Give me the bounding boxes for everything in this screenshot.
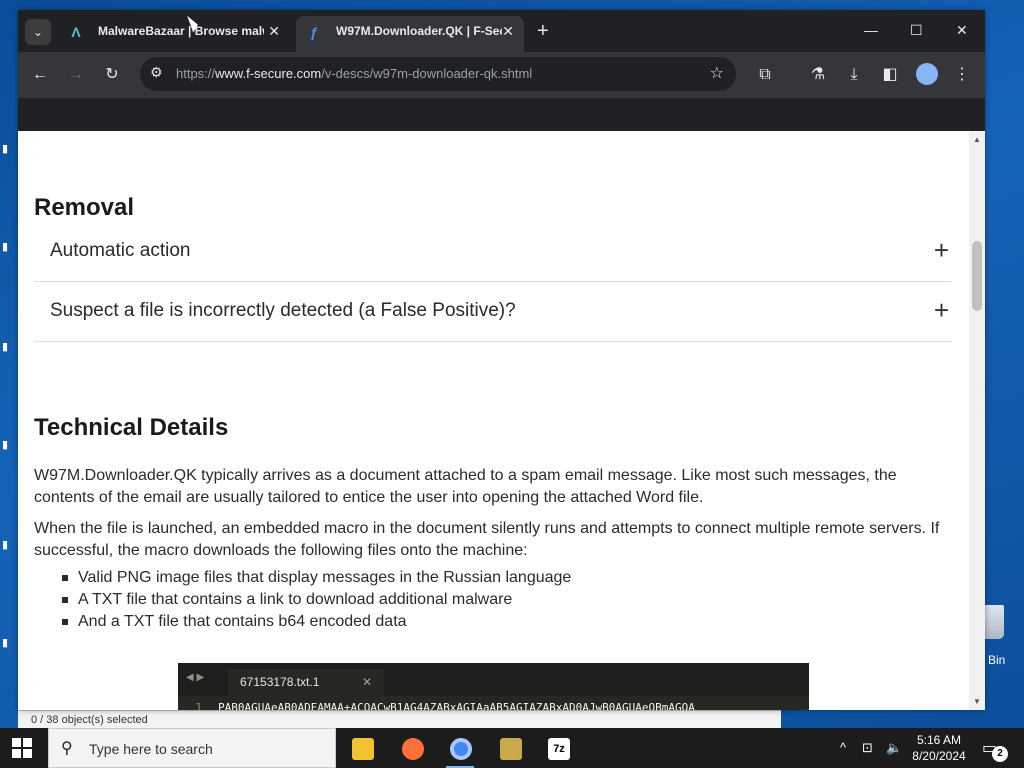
desktop-icon-fragment[interactable]: ▮ bbox=[2, 636, 16, 649]
editor-screenshot: ◀ ▶ 67153178.txt.1 ✕ 1 PAB0AGUAeAB0ADEAMA… bbox=[178, 663, 809, 710]
scroll-up-icon[interactable]: ▲ bbox=[973, 135, 981, 144]
f-secure-icon: ƒ bbox=[310, 24, 318, 40]
desktop-icon-fragment[interactable]: ▮ bbox=[2, 142, 16, 155]
line-number: 1 bbox=[195, 701, 202, 710]
file-explorer-icon[interactable] bbox=[342, 732, 382, 768]
scroll-thumb[interactable] bbox=[972, 241, 982, 311]
code-text: PAB0AGUAeAB0ADEAMAA+ACQACwB1AG4AZABxAGIA… bbox=[218, 701, 695, 710]
recycle-bin-label: Bin bbox=[988, 653, 1006, 667]
network-icon[interactable]: ⊡ bbox=[862, 740, 873, 756]
minimize-icon[interactable]: — bbox=[864, 22, 878, 38]
new-tab-button[interactable]: + bbox=[537, 21, 549, 41]
tab-title: W97M.Downloader.QK | F-Secu bbox=[336, 24, 502, 38]
clock-date: 8/20/2024 bbox=[912, 749, 966, 763]
reload-icon[interactable]: ↻ bbox=[101, 64, 123, 86]
list-item: A TXT file that contains a link to downl… bbox=[61, 589, 571, 611]
accordion-automatic-action[interactable]: Automatic action + bbox=[34, 222, 951, 282]
back-icon[interactable]: ← bbox=[29, 64, 51, 86]
editor-tab: 67153178.txt.1 ✕ bbox=[228, 669, 384, 696]
desktop-icon-fragment[interactable]: ▮ bbox=[2, 340, 16, 353]
desktop-icon-fragment[interactable]: ▮ bbox=[2, 538, 16, 551]
technical-paragraph-2: When the file is launched, an embedded m… bbox=[34, 520, 940, 559]
volume-muted-icon[interactable]: 🔈 bbox=[886, 740, 902, 756]
list-item: Valid PNG image files that display messa… bbox=[61, 567, 571, 589]
browser-window: ⌄ Λ MalwareBazaar | Browse malw ✕ ƒ W97M… bbox=[18, 10, 985, 710]
close-icon[interactable]: ✕ bbox=[502, 16, 514, 46]
window-close-icon[interactable]: ✕ bbox=[956, 22, 968, 39]
notification-badge: 2 bbox=[992, 746, 1008, 762]
url-text[interactable]: https://www.f-secure.com/v-descs/w97m-do… bbox=[176, 66, 532, 81]
labs-flask-icon[interactable]: ⚗ bbox=[807, 64, 829, 86]
editor-nav-arrows-icon: ◀ ▶ bbox=[186, 672, 205, 683]
page-scrollbar[interactable]: ▲ ▼ bbox=[969, 131, 985, 710]
accordion-label: Suspect a file is incorrectly detected (… bbox=[50, 300, 516, 321]
7zip-icon[interactable]: 7z bbox=[538, 732, 578, 768]
tab-search-button[interactable]: ⌄ bbox=[25, 19, 51, 45]
malwarebazaar-icon: Λ bbox=[71, 24, 81, 40]
chevron-up-icon[interactable]: ^ bbox=[840, 740, 846, 755]
list-item: And a TXT file that contains b64 encoded… bbox=[61, 611, 571, 633]
profile-avatar[interactable] bbox=[916, 63, 938, 85]
removal-heading: Removal bbox=[34, 194, 135, 221]
editor-code-line: 1 PAB0AGUAeAB0ADEAMAA+ACQACwB1AG4AZABxAGI… bbox=[178, 699, 809, 710]
search-icon: ⚲ bbox=[61, 740, 73, 757]
accordion-false-positive[interactable]: Suspect a file is incorrectly detected (… bbox=[34, 282, 951, 342]
site-header bbox=[18, 98, 985, 131]
desktop-icon-fragment[interactable]: ▮ bbox=[2, 240, 16, 253]
technical-details-heading: Technical Details bbox=[34, 414, 229, 441]
menu-kebab-icon[interactable]: ⋮ bbox=[951, 64, 973, 86]
clock[interactable]: 5:16 AM 8/20/2024 bbox=[908, 732, 970, 764]
desktop-icon-fragment[interactable]: ▮ bbox=[2, 438, 16, 451]
clock-time: 5:16 AM bbox=[916, 733, 962, 747]
browser-toolbar: ← → ↻ ⚙ https://www.f-secure.com/v-descs… bbox=[18, 52, 985, 98]
app-icon[interactable] bbox=[490, 732, 530, 768]
accordion-label: Automatic action bbox=[50, 240, 191, 261]
windows-start-icon[interactable] bbox=[12, 738, 32, 758]
bookmark-star-icon[interactable]: ☆ bbox=[710, 63, 724, 83]
chrome-icon[interactable] bbox=[440, 732, 480, 768]
editor-tab-bar: ◀ ▶ 67153178.txt.1 ✕ bbox=[178, 663, 809, 696]
extensions-icon[interactable]: ⧉ bbox=[754, 64, 776, 86]
downloaded-files-list: Valid PNG image files that display messa… bbox=[61, 567, 571, 633]
editor-tab-name: 67153178.txt.1 bbox=[240, 675, 320, 689]
tab-malwarebazaar[interactable]: Λ MalwareBazaar | Browse malw ✕ bbox=[58, 16, 290, 52]
forward-icon[interactable]: → bbox=[65, 64, 87, 86]
tab-title: MalwareBazaar | Browse malw bbox=[98, 24, 264, 38]
plus-icon[interactable]: + bbox=[934, 235, 949, 266]
technical-paragraph-1: W97M.Downloader.QK typically arrives as … bbox=[34, 467, 897, 506]
address-bar[interactable]: ⚙ https://www.f-secure.com/v-descs/w97m-… bbox=[140, 57, 736, 91]
search-placeholder: Type here to search bbox=[89, 741, 213, 757]
site-info-icon[interactable]: ⚙ bbox=[150, 64, 163, 81]
firefox-icon[interactable] bbox=[392, 732, 432, 768]
explorer-status-bar: 0 / 38 object(s) selected bbox=[18, 710, 781, 728]
tab-f-secure[interactable]: ƒ W97M.Downloader.QK | F-Secu ✕ bbox=[296, 16, 524, 52]
scroll-down-icon[interactable]: ▼ bbox=[973, 697, 981, 706]
maximize-icon[interactable]: ☐ bbox=[910, 22, 923, 39]
explorer-status-text: 0 / 38 object(s) selected bbox=[31, 714, 148, 726]
page-content: Removal Automatic action + Suspect a fil… bbox=[18, 131, 969, 710]
taskbar: ⚲ Type here to search 7z ^ ⊡ 🔈 5:16 AM 8… bbox=[0, 728, 1024, 768]
close-icon: ✕ bbox=[361, 675, 372, 689]
taskbar-search-box[interactable]: ⚲ Type here to search bbox=[48, 728, 336, 768]
close-icon[interactable]: ✕ bbox=[268, 16, 280, 46]
tab-bar: ⌄ Λ MalwareBazaar | Browse malw ✕ ƒ W97M… bbox=[18, 10, 985, 52]
plus-icon[interactable]: + bbox=[934, 295, 949, 326]
side-panel-icon[interactable]: ◧ bbox=[879, 64, 901, 86]
download-icon[interactable]: ⤓ bbox=[843, 64, 865, 86]
